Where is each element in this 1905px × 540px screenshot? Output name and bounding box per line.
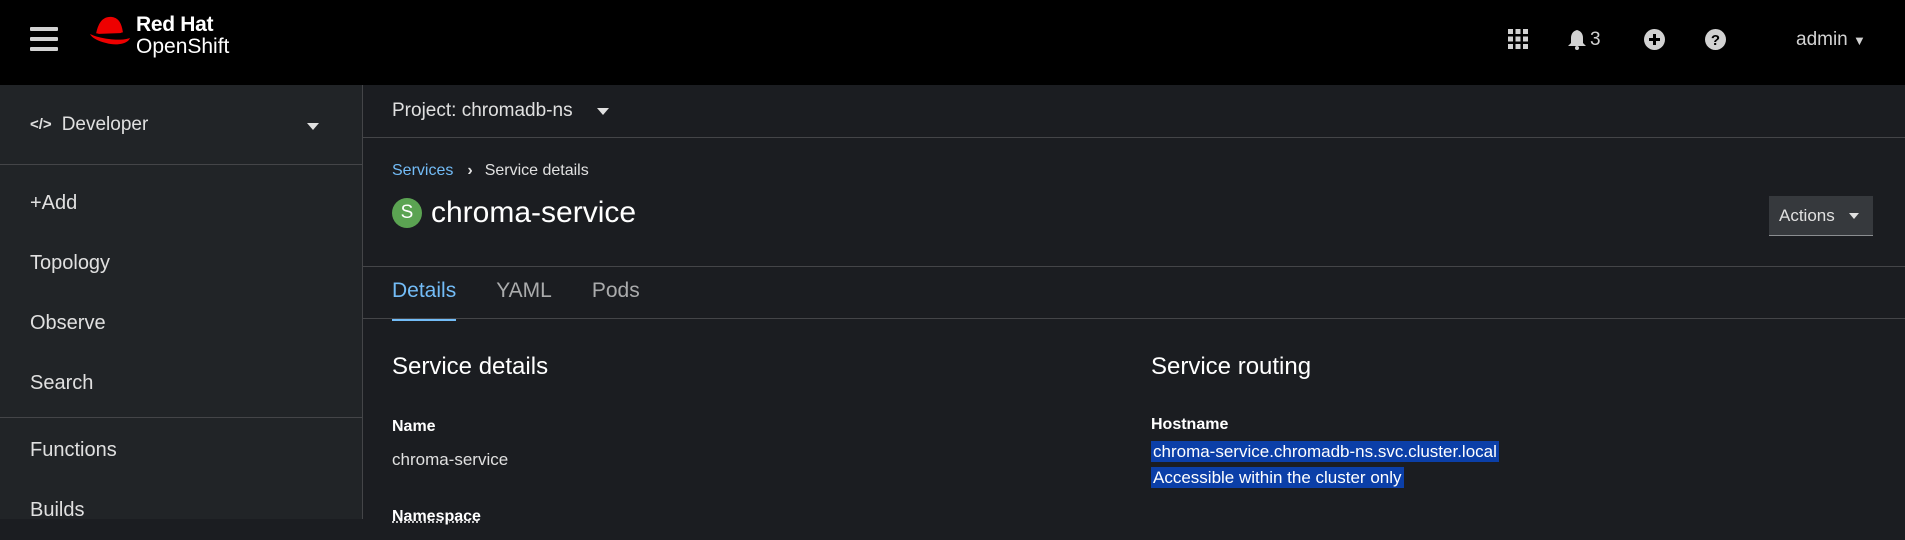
user-menu[interactable]: admin ▼ [1796,29,1866,51]
service-name-heading: chroma-service [431,196,636,230]
bell-icon [1568,30,1586,50]
hostname-value-wrapper: chroma-service.chromadb-ns.svc.cluster.l… [1151,442,1499,462]
help-question-icon[interactable]: ? [1705,29,1726,55]
project-label: Project: chromadb-ns [392,100,573,122]
breadcrumb: Services › Service details [392,162,589,180]
notification-count: 3 [1590,29,1601,51]
page-title: S chroma-service [392,196,636,230]
breadcrumb-services-link[interactable]: Services [392,162,453,180]
caret-down-icon: ▼ [1853,33,1866,48]
perspective-switcher[interactable]: </> Developer [0,85,362,165]
tab-bar: Details YAML Pods [392,267,680,319]
notifications-button[interactable]: 3 [1568,29,1601,51]
actions-label: Actions [1779,206,1835,226]
svg-text:?: ? [1711,32,1720,49]
masthead: Red Hat OpenShift 3 ? admin ▼ [0,0,1905,85]
tabs-divider [363,318,1905,319]
project-selector[interactable]: Project: chromadb-ns [363,85,1905,138]
sidebar-item-builds[interactable]: Builds [0,480,362,540]
main-content: Project: chromadb-ns Services › Service … [363,85,1905,519]
sidebar-item-functions[interactable]: Functions [0,420,362,480]
hostname-note: Accessible within the cluster only [1151,467,1404,488]
name-label: Name [392,418,436,436]
tab-pods[interactable]: Pods [592,267,640,318]
actions-dropdown[interactable]: Actions [1769,196,1873,236]
service-details-heading: Service details [392,353,548,381]
redhat-openshift-logo[interactable]: Red Hat OpenShift [88,14,229,58]
name-value: chroma-service [392,450,508,470]
caret-down-icon [597,108,609,115]
perspective-label: Developer [62,114,149,136]
hostname-label: Hostname [1151,416,1228,434]
redhat-fedora-icon [88,14,132,48]
app-launcher-icon[interactable] [1508,29,1528,54]
user-name: admin [1796,29,1848,50]
code-icon: </> [30,116,52,133]
sidebar-nav: </> Developer +Add Topology Observe Sear… [0,85,363,519]
hostname-value[interactable]: chroma-service.chromadb-ns.svc.cluster.l… [1151,441,1499,462]
hamburger-menu-icon[interactable] [30,27,58,53]
sidebar-item-search[interactable]: Search [0,353,362,413]
sidebar-item-topology[interactable]: Topology [0,233,362,293]
caret-down-icon [307,123,319,130]
quick-create-plus-icon[interactable] [1644,29,1665,55]
service-badge: S [392,198,422,228]
brand-line2: OpenShift [136,36,229,58]
sidebar-item-observe[interactable]: Observe [0,293,362,353]
namespace-label: Namespace [392,508,481,526]
caret-down-icon [1849,213,1859,219]
tab-details[interactable]: Details [392,267,456,321]
sidebar-divider [0,417,362,418]
breadcrumb-current: Service details [485,162,589,180]
service-routing-heading: Service routing [1151,353,1311,381]
chevron-right-icon: › [467,162,472,180]
tab-yaml[interactable]: YAML [496,267,552,318]
brand-line1: Red Hat [136,14,229,36]
hostname-note-wrapper: Accessible within the cluster only [1151,468,1404,488]
sidebar-item-add[interactable]: +Add [0,173,362,233]
